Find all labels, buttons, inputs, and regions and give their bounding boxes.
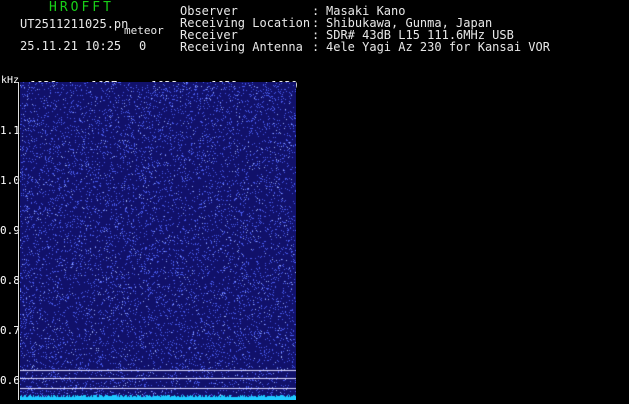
meteor-count: 0 (139, 39, 147, 53)
y-axis-line (18, 82, 19, 400)
spectrogram-canvas (20, 82, 296, 400)
spectrogram-plot (20, 82, 296, 400)
y-tick-label: 0.6 (0, 374, 20, 387)
timestamp: 25.11.21 10:25 (20, 39, 122, 53)
y-tick-label: 1.1 (0, 124, 20, 137)
frequency-unit-label: kHz (1, 75, 20, 86)
file-name: UT2511211025.pn (20, 17, 129, 31)
antenna-colon: : (312, 40, 320, 54)
app-title: HROFFT (49, 0, 114, 15)
y-tick-label: 0.9 (0, 224, 20, 237)
y-tick-label: 0.7 (0, 324, 20, 337)
y-tick-label: 1.0 (0, 174, 20, 187)
meteor-label: meteor (124, 24, 164, 37)
antenna-label: Receiving Antenna (180, 40, 303, 54)
antenna-value: 4ele Yagi Az 230 for Kansai VOR (326, 40, 550, 54)
y-tick-label: 0.8 (0, 274, 20, 287)
